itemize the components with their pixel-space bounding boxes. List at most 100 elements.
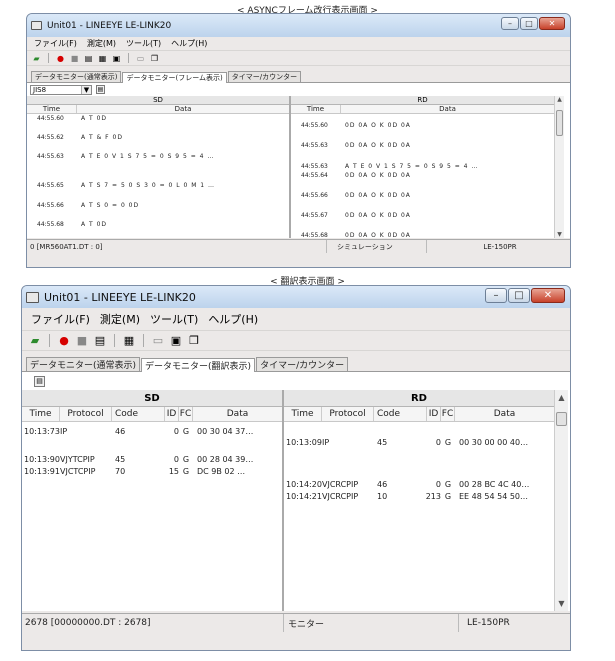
minimize-button[interactable]: –: [501, 17, 519, 30]
row-time: 10:13:73: [24, 427, 60, 436]
scroll-down-icon[interactable]: ▼: [555, 231, 564, 238]
minimize-button[interactable]: –: [485, 288, 507, 303]
open-folder-icon[interactable]: ▰: [28, 334, 42, 348]
row-protocol: VJCTCPIP: [60, 467, 96, 476]
menu-measure[interactable]: 測定(M): [82, 38, 121, 49]
tab-translation-view[interactable]: データモニター(翻訳表示): [141, 358, 256, 372]
col-fc: FC: [179, 407, 193, 421]
record-icon[interactable]: ●: [55, 53, 66, 64]
table-row[interactable]: 10:14:21VJCRCPIP 10 213 G EE 48 54 54 50…: [284, 492, 528, 501]
open-folder-icon[interactable]: ▰: [31, 53, 42, 64]
disabled-tool-icon[interactable]: ▭: [151, 334, 165, 348]
row-data: 0D 0A O K 0D 0A: [345, 212, 411, 219]
encoding-select[interactable]: JIS8 ▼: [30, 84, 92, 95]
table-row[interactable]: 44:55.63 A T E 0 V 1 S 7 5 = 0 S 9 5 = 4 …: [291, 163, 478, 170]
table-row[interactable]: 44:55.68 A T 0D: [27, 221, 107, 228]
menu-file[interactable]: ファイル(F): [29, 38, 82, 49]
table-row[interactable]: 44:55.65 A T S 7 = 5 0 S 3 0 = 0 L 0 M 1 …: [27, 182, 215, 189]
print-icon[interactable]: ▦: [97, 53, 108, 64]
table-row[interactable]: 44:55.63 A T E 0 V 1 S 7 5 = 0 S 9 5 = 4 …: [27, 153, 214, 160]
menu-tools[interactable]: ツール(T): [121, 38, 166, 49]
col-protocol: Protocol: [60, 407, 112, 421]
scroll-thumb[interactable]: [556, 110, 563, 136]
stop-icon[interactable]: ■: [69, 53, 80, 64]
status-file: 2678 [00000000.DT : 2678]: [22, 614, 284, 632]
monitor-icon[interactable]: ▤: [83, 53, 94, 64]
menu-help[interactable]: ヘルプ(H): [203, 311, 263, 327]
tab-strip: データモニター(通常表示) データモニター(フレーム表示) タイマー/カウンター: [27, 68, 570, 83]
option-row: JIS8 ▼ ▤: [27, 83, 570, 96]
disabled-tool-icon[interactable]: ▭: [135, 53, 146, 64]
row-fc: G: [444, 480, 452, 489]
data-panes: SD Time Protocol Code ID FC Data 10:13:7…: [22, 390, 570, 611]
sd-header: SD: [27, 96, 289, 105]
monitor-icon[interactable]: ▤: [93, 334, 107, 348]
col-time: Time: [27, 105, 77, 113]
display-option-icon[interactable]: ▤: [96, 85, 105, 94]
row-id: 213: [425, 492, 441, 501]
table-row[interactable]: 44:55.63 0D 0A O K 0D 0A: [291, 142, 411, 149]
row-code: 45: [115, 455, 126, 464]
record-icon[interactable]: ●: [57, 334, 71, 348]
table-row[interactable]: 10:13:09IP 45 0 G 00 30 00 00 40…: [284, 438, 528, 447]
table-row[interactable]: 44:55.66 0D 0A O K 0D 0A: [291, 192, 411, 199]
scroll-down-icon[interactable]: ▼: [555, 599, 568, 608]
encoding-value: JIS8: [33, 85, 47, 94]
scroll-thumb[interactable]: [556, 412, 567, 426]
status-model: LE-150PR: [467, 618, 510, 628]
copy-icon[interactable]: ❐: [149, 53, 160, 64]
maximize-button[interactable]: □: [520, 17, 538, 30]
menu-tools[interactable]: ツール(T): [145, 311, 203, 327]
menu-file[interactable]: ファイル(F): [26, 311, 95, 327]
col-id: ID: [427, 407, 441, 421]
row-fc: G: [444, 492, 452, 501]
table-row[interactable]: 44:55.64 0D 0A O K 0D 0A: [291, 172, 411, 179]
row-id: 0: [435, 480, 441, 489]
close-button[interactable]: ✕: [531, 288, 565, 303]
tab-normal-view[interactable]: データモニター(通常表示): [31, 71, 122, 82]
row-time: 44:55.68: [37, 221, 64, 228]
row-id: 0: [435, 438, 441, 447]
table-row[interactable]: 44:55.60 0D 0A O K 0D 0A: [291, 122, 411, 129]
tab-normal-view[interactable]: データモニター(通常表示): [26, 357, 141, 371]
settings-icon[interactable]: ▣: [111, 53, 122, 64]
table-row[interactable]: 44:55.66 A T S 0 = 0 0D: [27, 202, 139, 209]
rd-column-header: Time Data: [291, 105, 554, 114]
col-data: Data: [226, 409, 249, 419]
col-time: Time: [22, 407, 60, 421]
menu-measure[interactable]: 測定(M): [95, 311, 145, 327]
table-row[interactable]: 10:13:73IP 46 0 G 00 30 04 37…: [22, 427, 253, 436]
menu-help[interactable]: ヘルプ(H): [166, 38, 212, 49]
table-row[interactable]: 44:55.62 A T & F 0D: [27, 134, 123, 141]
table-row[interactable]: 10:14:20VJCRCPIP 46 0 G 00 28 BC 4C 40…: [284, 480, 529, 489]
rd-scrollbar[interactable]: ▲ ▼: [554, 390, 568, 611]
stop-icon[interactable]: ■: [75, 334, 89, 348]
chevron-down-icon: ▼: [81, 85, 91, 94]
row-fc: G: [444, 438, 452, 447]
row-time: 44:55.63: [301, 142, 328, 149]
row-time: 44:55.62: [37, 134, 64, 141]
row-time: 10:14:21: [286, 492, 322, 501]
close-button[interactable]: ✕: [539, 17, 565, 30]
table-row[interactable]: 10:13:91VJCTCPIP 70 15 G DC 9B 02 …: [22, 467, 245, 476]
table-row[interactable]: 44:55.68 0D 0A O K 0D 0A: [291, 232, 411, 238]
menu-bar: ファイル(F) 測定(M) ツール(T) ヘルプ(H): [27, 37, 570, 50]
col-code: Code: [374, 407, 427, 421]
tab-frame-view[interactable]: データモニター(フレーム表示): [122, 72, 227, 83]
picture-icon[interactable]: ▣: [169, 334, 183, 348]
row-code: 46: [115, 427, 126, 436]
table-row[interactable]: 44:55.60 A T 0D: [27, 115, 107, 122]
copy-icon[interactable]: ❐: [187, 334, 201, 348]
maximize-button[interactable]: □: [508, 288, 530, 303]
print-icon[interactable]: ▦: [122, 334, 136, 348]
tab-timer-counter[interactable]: タイマー/カウンター: [227, 71, 302, 82]
table-row[interactable]: 44:55.67 0D 0A O K 0D 0A: [291, 212, 411, 219]
rd-scrollbar[interactable]: ▲ ▼: [554, 96, 564, 238]
table-row[interactable]: 10:13:90VJYTCPIP 45 0 G 00 28 04 39…: [22, 455, 253, 464]
menu-bar: ファイル(F) 測定(M) ツール(T) ヘルプ(H): [22, 308, 570, 330]
scroll-up-icon[interactable]: ▲: [555, 96, 564, 103]
scroll-up-icon[interactable]: ▲: [555, 393, 568, 402]
rd-rows: 44:55.60 0D 0A O K 0D 0A 44:55.63 0D 0A O K…: [291, 114, 564, 238]
display-option-icon[interactable]: ▤: [34, 375, 45, 387]
tab-timer-counter[interactable]: タイマー/カウンター: [256, 357, 349, 371]
